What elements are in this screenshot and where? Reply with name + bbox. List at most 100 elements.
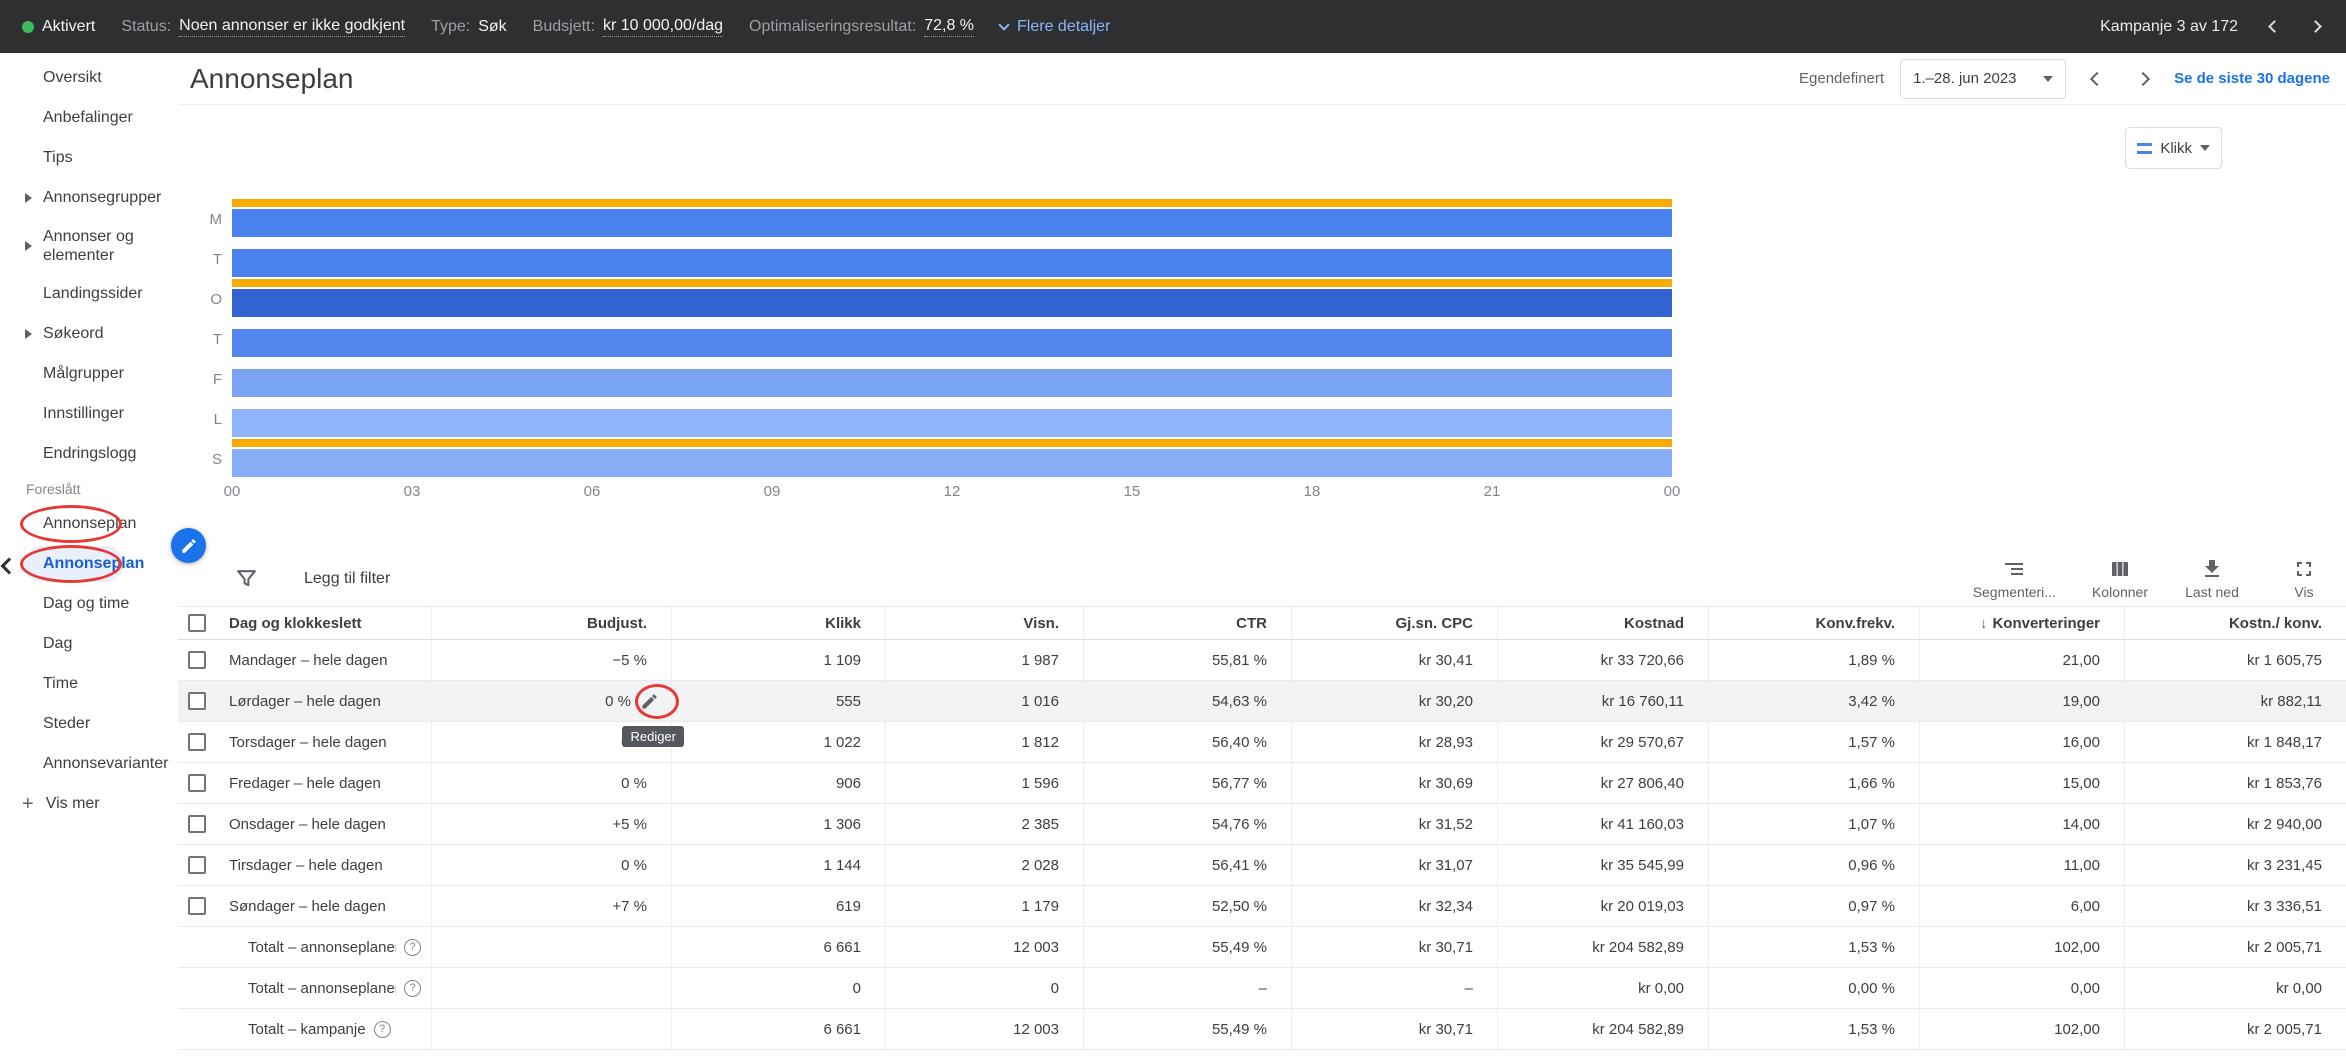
chart-metric-selector[interactable]: Klikk: [2125, 127, 2222, 169]
column-header-visn[interactable]: Visn.: [886, 607, 1084, 639]
cell-value: 12 003: [1013, 1020, 1059, 1038]
cell-budjust: −5 %: [432, 640, 672, 680]
x-axis-tick: 03: [403, 483, 421, 500]
row-checkbox[interactable]: [187, 651, 206, 669]
cell-klikk: 1 144: [672, 845, 886, 885]
column-header-ctr[interactable]: CTR: [1084, 607, 1292, 639]
column-header-kostn-konv[interactable]: Kostn./ konv.: [2125, 607, 2346, 639]
sidebar-show-more[interactable]: + Vis mer: [0, 784, 178, 824]
more-details-link[interactable]: Flere detaljer: [998, 18, 1110, 36]
cell-kostn-konv: kr 1 853,76: [2125, 763, 2346, 803]
cell-konv-frekv: 3,42 %: [1709, 681, 1920, 721]
row-checkbox[interactable]: [187, 692, 206, 710]
day-label-f-4: F: [212, 370, 222, 388]
sidebar-item-målgrupper[interactable]: Målgrupper: [0, 354, 178, 394]
cell-kostnad: kr 35 545,99: [1498, 845, 1709, 885]
row-checkbox[interactable]: [187, 774, 206, 792]
help-icon[interactable]: ?: [404, 979, 421, 997]
sidebar-item-time-5[interactable]: Time: [0, 664, 178, 704]
segment-value[interactable]: 72,8 %: [924, 17, 975, 37]
sidebar-item-annonseplan-1[interactable]: Annonseplan: [0, 504, 178, 544]
date-range-selector[interactable]: 1.–28. jun 2023: [1900, 58, 2067, 99]
cell-value: kr 41 160,03: [1600, 815, 1684, 833]
cell-value: 1,66 %: [1848, 774, 1895, 792]
edit-schedule-fab[interactable]: [171, 528, 206, 563]
segmenteri-button[interactable]: Segmenteri...: [1973, 557, 2056, 600]
sidebar-item-label: Anbefalinger: [43, 109, 133, 126]
sidebar-item-oversikt[interactable]: Oversikt: [0, 58, 178, 98]
last-30-days-link[interactable]: Se de siste 30 dagene: [2174, 70, 2330, 87]
row-checkbox[interactable]: [187, 897, 206, 915]
sidebar-item-søkeord[interactable]: Søkeord: [0, 314, 178, 354]
column-header-budjust[interactable]: Budjust.: [432, 607, 672, 639]
sidebar-items: Oversikt Anbefalinger Tips Annonsegrupper An…: [0, 58, 178, 474]
row-checkbox[interactable]: [187, 733, 206, 751]
cell-value: kr 30,20: [1418, 692, 1473, 710]
kolonner-button[interactable]: Kolonner: [2092, 557, 2148, 600]
sidebar-item-annonsevarianter-7[interactable]: Annonsevarianter: [0, 744, 178, 784]
sidebar-item-annonsegrupper[interactable]: Annonsegrupper: [0, 178, 178, 218]
previous-period-button[interactable]: [2082, 64, 2112, 94]
row-checkbox[interactable]: [187, 856, 206, 874]
row-checkbox[interactable]: [187, 815, 206, 833]
cell-konv-frekv: 1,53 %: [1709, 927, 1920, 967]
segment-icon: [2002, 557, 2026, 581]
cell-value: 102,00: [2054, 1020, 2100, 1038]
segment-value[interactable]: kr 10 000,00/dag: [602, 17, 724, 37]
next-campaign-chevron-icon[interactable]: [2309, 20, 2322, 33]
date-range-value: 1.–28. jun 2023: [1913, 70, 2017, 87]
columns-icon: [2108, 557, 2132, 581]
cell-kostn-konv: kr 3 231,45: [2125, 845, 2346, 885]
cell-value: 16,00: [2062, 733, 2100, 751]
segment-label: Status:: [121, 17, 172, 35]
next-period-button[interactable]: [2128, 64, 2158, 94]
select-all-checkbox[interactable]: [187, 614, 206, 632]
cell-gjsn-cpc: –: [1292, 968, 1498, 1008]
cell-value: 1 022: [823, 733, 861, 751]
segment-value[interactable]: Noen annonser er ikke godkjent: [179, 17, 406, 37]
add-filter-button[interactable]: Legg til filter: [234, 567, 390, 591]
column-header-kostnad[interactable]: Kostnad: [1498, 607, 1709, 639]
sidebar-item-label: Oversikt: [43, 69, 102, 86]
sidebar-item-dag-4[interactable]: Dag: [0, 624, 178, 664]
column-header-gjsn-cpc[interactable]: Gj.sn. CPC: [1292, 607, 1498, 639]
chart-row-t-3: [232, 319, 1672, 359]
topbar-segment-status: Status: Noen annonser er ikke godkjent: [121, 17, 406, 37]
cell-value: 1 179: [1021, 897, 1059, 915]
sidebar-item-label: Endringslogg: [43, 445, 137, 462]
cell-value: 0,00: [2070, 979, 2100, 997]
row-name-label: Lørdager – hele dagen: [229, 692, 381, 710]
sidebar-item-label: Målgrupper: [43, 365, 124, 382]
cell-konv-frekv: 1,66 %: [1709, 763, 1920, 803]
cell-kostn-konv: kr 1 605,75: [2125, 640, 2346, 680]
cell-value: kr 3 336,51: [2246, 897, 2322, 915]
sidebar-item-landingssider[interactable]: Landingssider: [0, 274, 178, 314]
sidebar-item-anbefalinger[interactable]: Anbefalinger: [0, 98, 178, 138]
help-icon[interactable]: ?: [373, 1020, 391, 1038]
sidebar-item-dag-og-time-3[interactable]: Dag og time: [0, 584, 178, 624]
cell-value: kr 30,71: [1418, 938, 1473, 956]
sidebar-item-steder-6[interactable]: Steder: [0, 704, 178, 744]
sidebar-item-innstillinger[interactable]: Innstillinger: [0, 394, 178, 434]
column-header-konv-frekv[interactable]: Konv.frekv.: [1709, 607, 1920, 639]
cell-konv-frekv: 0,96 %: [1709, 845, 1920, 885]
edit-bid-adjustment-pencil-icon[interactable]: [640, 692, 659, 711]
x-axis-tick: 00: [223, 483, 241, 500]
sidebar-item-label: Annonsegrupper: [43, 189, 162, 206]
cell-visn: 1 016: [886, 681, 1084, 721]
sidebar-item-annonser-og-elementer[interactable]: Annonser og elementer: [0, 218, 178, 274]
column-header-klikk[interactable]: Klikk: [672, 607, 886, 639]
cell-value: kr 20 019,03: [1600, 897, 1684, 915]
help-icon[interactable]: ?: [404, 938, 421, 956]
campaign-state[interactable]: Aktivert: [22, 18, 95, 36]
sidebar-item-annonseplan-2[interactable]: Annonseplan: [0, 544, 178, 584]
column-header-konverteringer[interactable]: ↓ Konverteringer: [1920, 607, 2125, 639]
table-row: Søndager – hele dagen +7 % 619 1 179 52,50 %…: [178, 886, 2346, 927]
column-header-dag-og-klokkeslett[interactable]: Dag og klokkeslett: [215, 607, 432, 639]
sidebar-item-tips[interactable]: Tips: [0, 138, 178, 178]
last-ned-button[interactable]: Last ned: [2184, 557, 2240, 600]
day-label-t-3: T: [212, 330, 222, 348]
previous-campaign-chevron-icon[interactable]: [2268, 20, 2281, 33]
vis-button[interactable]: Vis: [2276, 557, 2332, 600]
sidebar-item-endringslogg[interactable]: Endringslogg: [0, 434, 178, 474]
